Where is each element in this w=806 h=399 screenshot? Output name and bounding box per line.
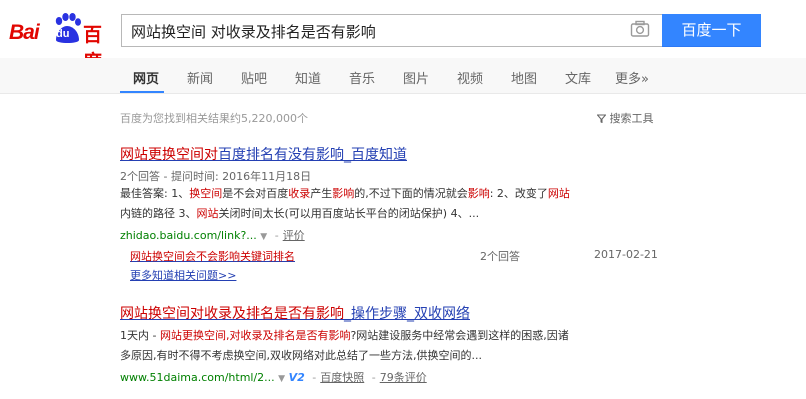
related-question-link[interactable]: 网站换空间会不会影响关键词排名	[130, 248, 295, 264]
search-input[interactable]: 网站换空间 对收录及排名是否有影响	[121, 14, 662, 47]
active-tab-underline	[120, 91, 164, 93]
camera-icon[interactable]	[630, 20, 650, 38]
review-link[interactable]: 评价	[283, 229, 305, 242]
baidu-snapshot-link[interactable]: 百度快照	[320, 371, 364, 384]
tab-webpage[interactable]: 网页	[133, 68, 159, 87]
result-url-line-1: zhidao.baidu.com/link?... ▼ - 评价	[120, 227, 305, 243]
separator: -	[274, 229, 279, 242]
tab-music[interactable]: 音乐	[349, 68, 375, 87]
snippet-line: 内链的路径 3、网站关闭时间太长(可以用百度站长平台的闭站保护) 4、...	[120, 207, 480, 220]
result-url-1[interactable]: zhidao.baidu.com/link?...	[120, 229, 257, 242]
snippet-line: 多原因,有时不得不考虑换空间,双收网络对此总结了一些方法,供换空间的...	[120, 349, 482, 362]
header: Bai du 百度 网站换空间 对收录及排名是否有影响 百度一下	[0, 0, 806, 73]
logo-text-du: du	[56, 28, 70, 40]
reviews-link[interactable]: 79条评价	[380, 371, 427, 384]
result-title-1[interactable]: 网站更换空间对百度排名有没有影响_百度知道	[120, 144, 407, 164]
filter-icon	[596, 114, 607, 124]
search-tools-button[interactable]: 搜索工具	[596, 110, 654, 126]
v2-badge[interactable]: V2	[289, 371, 305, 384]
logo-text-bai: Bai	[9, 21, 40, 44]
result-count: 百度为您找到相关结果约5,220,000个	[120, 112, 308, 125]
result-snippet-2: 1天内 - 网站更换空间,对收录及排名是否有影响?网站建设服务中经常会遇到这样的…	[120, 326, 660, 366]
separator: -	[371, 371, 376, 384]
search-query[interactable]: 网站换空间 对收录及排名是否有影响	[131, 21, 376, 42]
title-rest: _操作步骤_双收网络	[344, 306, 470, 322]
title-rest: 百度排名有没有影响_百度知道	[218, 147, 407, 163]
title-highlight: 网站更换空间对	[120, 147, 218, 163]
dropdown-arrow-icon[interactable]: ▼	[278, 374, 285, 384]
tab-news[interactable]: 新闻	[187, 68, 213, 87]
result-snippet-1: 最佳答案: 1、换空间是不会对百度收录产生影响的,不过下面的情况就会影响: 2、…	[120, 184, 660, 224]
separator: -	[312, 371, 317, 384]
related-date: 2017-02-21	[594, 248, 658, 261]
tab-wenku[interactable]: 文库	[565, 68, 591, 87]
snippet-line: 1天内 - 网站更换空间,对收录及排名是否有影响?网站建设服务中经常会遇到这样的…	[120, 329, 569, 342]
snippet-line: 最佳答案: 1、换空间是不会对百度收录产生影响的,不过下面的情况就会影响: 2、…	[120, 187, 570, 200]
tab-map[interactable]: 地图	[511, 68, 537, 87]
title-highlight: 网站换空间对收录及排名是否有影响	[120, 306, 344, 322]
result-meta-1: 2个回答 - 提问时间: 2016年11月18日	[120, 170, 312, 183]
result-url-2[interactable]: www.51daima.com/html/2...	[120, 371, 275, 384]
tab-images[interactable]: 图片	[403, 68, 429, 87]
baidu-logo[interactable]: Bai du 百度	[9, 8, 113, 73]
search-button[interactable]: 百度一下	[662, 14, 761, 47]
result-title-2[interactable]: 网站换空间对收录及排名是否有影响_操作步骤_双收网络	[120, 303, 470, 323]
tab-video[interactable]: 视频	[457, 68, 483, 87]
more-zhidao-link[interactable]: 更多知道相关问题>>	[130, 267, 236, 283]
dropdown-arrow-icon[interactable]: ▼	[260, 232, 267, 242]
related-answer-count: 2个回答	[480, 250, 520, 263]
tab-more[interactable]: 更多»	[615, 68, 649, 87]
search-tools-label: 搜索工具	[609, 112, 654, 125]
result-url-line-2: www.51daima.com/html/2... ▼ V2 - 百度快照 -79…	[120, 369, 427, 385]
tab-tieba[interactable]: 贴吧	[241, 68, 267, 87]
tab-zhidao[interactable]: 知道	[295, 68, 321, 87]
nav-tabs: 网页 新闻 贴吧 知道 音乐 图片 视频 地图 文库 更多»	[0, 58, 806, 94]
